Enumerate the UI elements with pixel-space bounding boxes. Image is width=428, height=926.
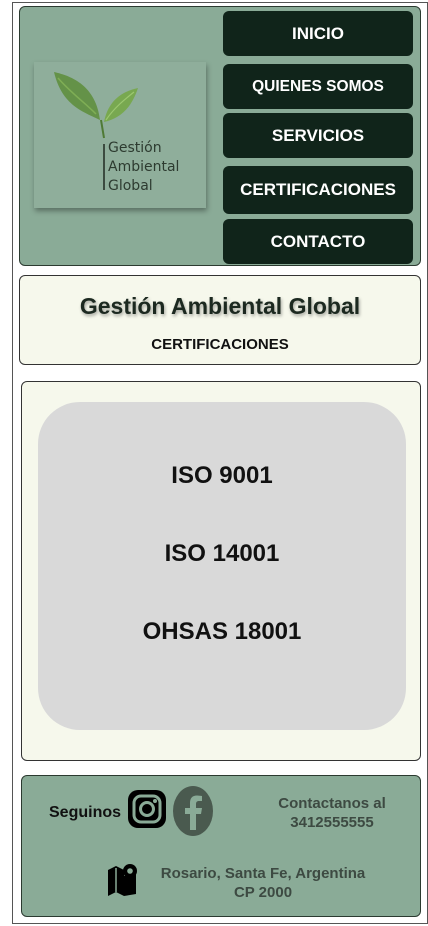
logo-divider — [103, 144, 105, 190]
map-pin-icon — [108, 864, 137, 896]
instagram-icon[interactable] — [128, 790, 166, 828]
address-postcode: CP 2000 — [233, 884, 293, 901]
certification-item: ISO 14001 — [164, 540, 280, 567]
address-line: Rosario, Santa Fe, Argentina — [160, 865, 366, 882]
certification-item: OHSAS 18001 — [142, 618, 302, 645]
nav-quienes-somos-button[interactable]: QUIENES SOMOS — [223, 64, 413, 109]
certifications-card: ISO 9001 ISO 14001 OHSAS 18001 — [38, 402, 406, 730]
logo-line: Ambiental — [108, 159, 180, 175]
nav-inicio-button[interactable]: INICIO — [223, 11, 413, 56]
facebook-icon[interactable] — [173, 786, 213, 836]
logo-wordmark: Gestión Ambiental Global — [108, 139, 179, 196]
logo-line: Global — [108, 178, 153, 194]
certification-item: ISO 9001 — [171, 462, 273, 489]
page-frame: Gestión Ambiental Global INICIO QUIENES … — [12, 2, 428, 924]
certifications-panel: ISO 9001 ISO 14001 OHSAS 18001 — [21, 381, 421, 761]
address: Rosario, Santa Fe, Argentina CP 2000 — [154, 864, 372, 902]
logo[interactable]: Gestión Ambiental Global — [34, 62, 206, 208]
logo-line: Gestión — [108, 140, 162, 156]
page-title: Gestión Ambiental Global — [79, 293, 361, 319]
follow-label: Seguinos — [49, 804, 122, 821]
site-header: Gestión Ambiental Global INICIO QUIENES … — [19, 6, 421, 266]
contact-label-text: Contactanos al — [278, 795, 386, 812]
site-footer: Seguinos Contactanos al 3412555555 Rosar… — [21, 775, 421, 917]
page-title-panel: Gestión Ambiental Global CERTIFICACIONES — [19, 275, 421, 365]
nav-servicios-button[interactable]: SERVICIOS — [223, 113, 413, 158]
contact-info: Contactanos al 3412555555 — [262, 794, 402, 832]
page-subtitle: CERTIFICACIONES — [151, 336, 289, 353]
contact-phone[interactable]: 3412555555 — [262, 813, 402, 832]
nav-certificaciones-button[interactable]: CERTIFICACIONES — [223, 166, 413, 214]
nav-contacto-button[interactable]: CONTACTO — [223, 219, 413, 264]
